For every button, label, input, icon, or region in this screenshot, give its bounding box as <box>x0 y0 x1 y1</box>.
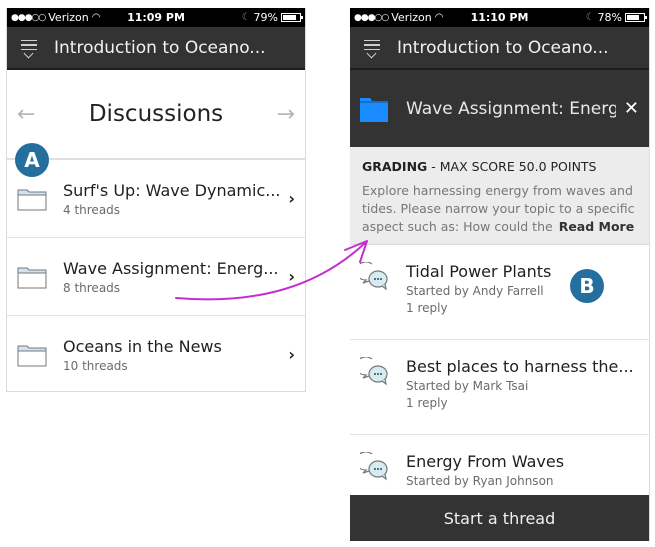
forum-title: Wave Assignment: Energy <box>406 98 616 119</box>
folder-icon <box>17 267 47 288</box>
start-thread-button[interactable]: Start a thread <box>350 495 649 541</box>
thread-author: Started by Andy Farrell <box>406 284 544 298</box>
forum-list-item[interactable]: Surf's Up: Wave Dynamic... 4 threads › <box>7 160 305 238</box>
course-title: Introduction to Oceano... <box>397 37 609 58</box>
callout-marker-a: A <box>15 143 49 177</box>
app-header: Introduction to Oceano... <box>7 27 305 70</box>
thread-title: Energy From Waves <box>406 452 565 471</box>
forum-description: Explore harnessing energy from waves and… <box>362 182 637 236</box>
reply-count: 1 reply <box>406 396 448 410</box>
page-title: Discussions <box>88 101 224 127</box>
thread-title: Best places to harness the... <box>406 357 634 376</box>
signal-icon: ●●●○○ <box>354 12 389 23</box>
battery-percent: 79% <box>253 11 278 24</box>
folder-icon <box>17 189 47 210</box>
menu-icon[interactable] <box>20 37 37 59</box>
folder-icon <box>360 97 388 122</box>
thread-title: Tidal Power Plants <box>406 262 552 281</box>
battery-icon <box>625 13 647 22</box>
read-more-link[interactable]: Read More <box>559 219 635 234</box>
forum-title: Oceans in the News <box>63 336 222 356</box>
menu-icon[interactable] <box>363 37 380 59</box>
status-bar: ●●●○○ Verizon ◠ 11:10 PM ☾ 78% <box>350 8 649 27</box>
grading-label: GRADING <box>362 159 428 174</box>
max-score: - MAX SCORE 50.0 POINTS <box>427 159 597 174</box>
thread-author: Started by Ryan Johnson <box>406 474 554 488</box>
chat-bubbles-icon <box>360 452 388 481</box>
callout-marker-b: B <box>570 269 604 303</box>
status-bar: ●●●○○ Verizon ◠ 11:09 PM ☾ 79% <box>7 8 305 27</box>
app-header: Introduction to Oceano... <box>350 27 649 70</box>
thread-author: Started by Mark Tsai <box>406 379 529 393</box>
chevron-right-icon: › <box>288 345 295 364</box>
next-arrow-icon[interactable]: → <box>277 102 295 127</box>
battery-percent: 78% <box>597 11 622 24</box>
battery-icon <box>281 13 303 22</box>
signal-icon: ●●●○○ <box>11 12 46 23</box>
chevron-right-icon: › <box>288 189 295 208</box>
thread-list-item[interactable]: Best places to harness the... Started by… <box>350 340 649 435</box>
grading-header: GRADING - MAX SCORE 50.0 POINTS <box>362 159 637 174</box>
chevron-right-icon: › <box>288 267 295 286</box>
thread-count: 4 threads <box>63 202 121 217</box>
moon-icon: ☾ <box>585 12 595 23</box>
reply-count: 1 reply <box>406 301 448 315</box>
chat-bubbles-icon <box>360 262 388 291</box>
left-screen: ●●●○○ Verizon ◠ 11:09 PM ☾ 79% Introduct… <box>6 8 306 392</box>
forum-list-item[interactable]: Wave Assignment: Energ... 8 threads › <box>7 238 305 316</box>
moon-icon: ☾ <box>241 12 251 23</box>
wifi-icon: ◠ <box>434 12 444 23</box>
grading-panel: GRADING - MAX SCORE 50.0 POINTS Explore … <box>350 147 649 245</box>
close-icon[interactable]: ✕ <box>624 98 639 119</box>
folder-icon <box>17 345 47 366</box>
chat-bubbles-icon <box>360 357 388 386</box>
course-title: Introduction to Oceano... <box>54 37 266 58</box>
wifi-icon: ◠ <box>91 12 101 23</box>
discussions-nav: ← Discussions → <box>7 70 305 160</box>
carrier-name: Verizon <box>48 11 89 24</box>
thread-count: 10 threads <box>63 358 128 373</box>
thread-list-item[interactable]: Tidal Power Plants Started by Andy Farre… <box>350 245 649 340</box>
forum-title: Wave Assignment: Energ... <box>63 258 279 278</box>
right-screen: ●●●○○ Verizon ◠ 11:10 PM ☾ 78% Introduct… <box>350 8 650 541</box>
thread-count: 8 threads <box>63 280 121 295</box>
carrier-name: Verizon <box>391 11 432 24</box>
prev-arrow-icon[interactable]: ← <box>17 102 35 127</box>
forum-header: Wave Assignment: Energy ✕ <box>350 70 649 147</box>
forum-list-item[interactable]: Oceans in the News 10 threads › <box>7 316 305 391</box>
forum-title: Surf's Up: Wave Dynamic... <box>63 180 281 200</box>
